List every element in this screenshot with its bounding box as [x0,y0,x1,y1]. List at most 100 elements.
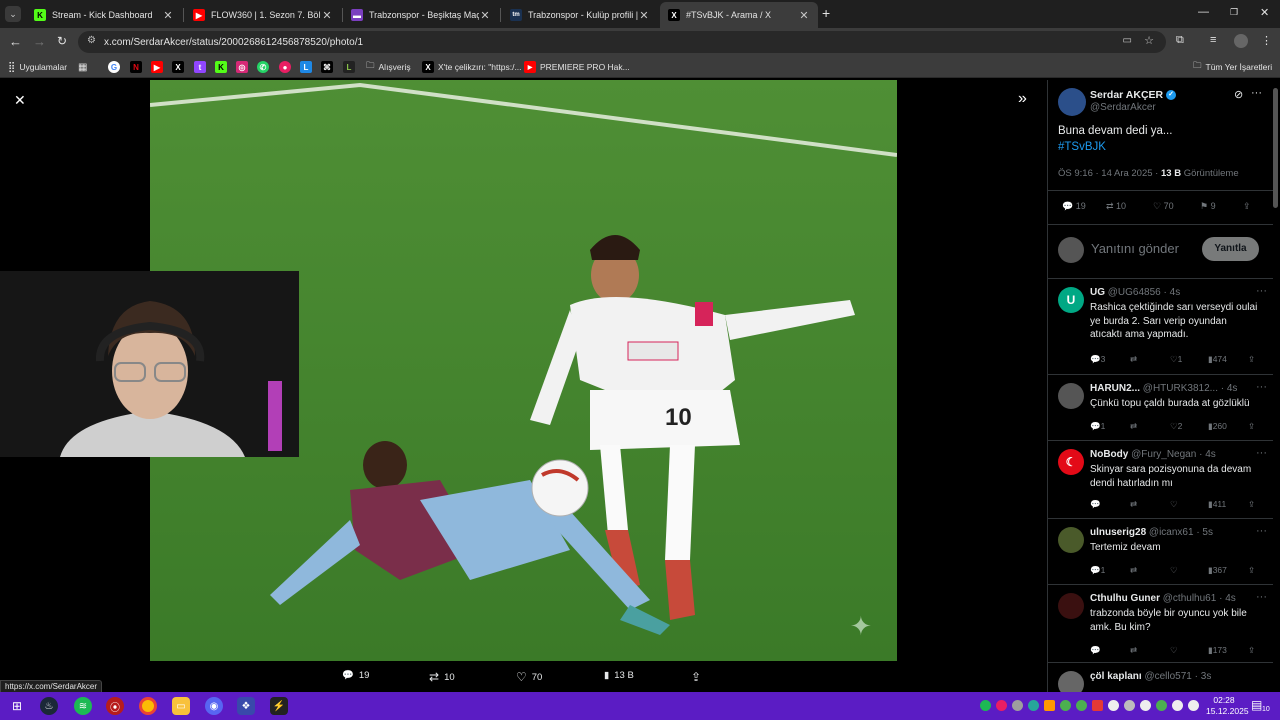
tray-icon[interactable] [980,700,991,711]
reply-button[interactable]: 💬 19 [342,670,369,681]
reply-icon[interactable]: 💬 [1090,499,1101,510]
tray-icon[interactable] [1124,700,1135,711]
tab-x-search[interactable]: X #TSvBJK - Arama / X ✕ [660,2,818,28]
all-bookmarks[interactable]: 🗀 Tüm Yer İşaretleri [1193,60,1272,74]
repost-icon[interactable]: ⇄ [1130,421,1137,432]
tray-icon[interactable] [996,700,1007,711]
avatar[interactable] [1058,88,1086,116]
more-options-icon[interactable]: ··· [1251,87,1262,99]
avatar[interactable] [1058,593,1084,619]
minimize-button[interactable]: — [1198,6,1209,18]
cast-icon[interactable]: ▭ [1123,35,1132,46]
share-icon[interactable]: ⇪ [1248,354,1255,365]
reply-input[interactable]: Yanıtını gönder [1091,241,1179,256]
tray-icon[interactable] [1156,700,1167,711]
heart-icon[interactable]: ♡ 2 [1170,421,1182,432]
capcut-icon[interactable]: ⌘ [321,61,333,73]
app-icon[interactable]: ● [279,61,291,73]
tray-icon[interactable] [1060,700,1071,711]
tray-icon[interactable] [1044,700,1055,711]
reload-icon[interactable]: ↻ [57,34,67,48]
tray-icon[interactable] [1012,700,1023,711]
share-icon[interactable]: ⇪ [1248,565,1255,576]
repost-icon[interactable]: ⇄ [1130,645,1137,656]
tab-search-button[interactable]: ⌄ [5,6,21,22]
share-icon[interactable]: ⇪ [1243,201,1251,212]
share-button[interactable]: ⇪ [691,670,701,684]
more-options-icon[interactable]: ··· [1256,447,1267,459]
close-window-button[interactable]: ✕ [1260,6,1269,19]
repost-icon[interactable]: ⇄ [1130,354,1137,365]
premiere-bookmark[interactable]: ▶ PREMIERE PRO Hak... [524,60,630,74]
whatsapp-icon[interactable]: ✆ [257,61,269,73]
avatar[interactable] [1058,527,1084,553]
views-icon[interactable]: ▮ 411 [1208,499,1226,510]
close-icon[interactable]: ✕ [638,9,650,22]
clock[interactable]: 02:28 15.12.2025 [1206,695,1249,717]
reply-icon[interactable]: 💬 1 [1090,565,1105,576]
twitch-icon[interactable]: t [194,61,206,73]
heart-icon[interactable]: ♡ [1170,499,1178,510]
avatar[interactable] [1058,671,1084,692]
like-stat[interactable]: ♡ 70 [1153,201,1174,212]
close-icon[interactable]: ✕ [321,9,333,22]
grok-icon[interactable]: ⊘ [1234,88,1243,101]
grid-icon[interactable]: ▦ [78,60,87,74]
menu-icon[interactable]: ⋮ [1261,34,1272,47]
repost-icon[interactable]: ⇄ [1130,565,1137,576]
apps-bookmark[interactable]: ⣿ Uygulamalar [8,60,67,74]
repost-button[interactable]: ⇄ 10 [429,670,455,684]
chrome-icon[interactable] [139,697,157,715]
reply-item[interactable]: HARUN2... @HTURK3812... · 4s ··· Çünkü t… [1048,375,1273,441]
tray-icon[interactable] [1076,700,1087,711]
more-options-icon[interactable]: ··· [1256,591,1267,603]
back-icon[interactable]: ← [9,34,22,49]
views-icon[interactable]: ▮ 474 [1208,354,1227,365]
reading-list-icon[interactable]: ≡ [1210,34,1216,46]
avatar[interactable]: U [1058,287,1084,313]
tray-icon[interactable] [1108,700,1119,711]
hashtag-link[interactable]: #TSvBJK [1058,141,1106,153]
close-icon[interactable]: ✕ [14,92,26,109]
more-options-icon[interactable]: ··· [1256,285,1267,297]
x-icon[interactable]: X [172,61,184,73]
volume-icon[interactable] [1188,700,1199,711]
google-icon[interactable]: G [108,61,120,73]
author-name[interactable]: Serdar AKÇER ✓ [1090,89,1177,101]
extensions-icon[interactable]: ⧉ [1176,34,1184,47]
views-button[interactable]: ▮ 13 B [604,670,634,681]
app-icon[interactable]: ⚡ [270,697,288,715]
site-info-icon[interactable]: ⚙ [87,35,96,46]
x-link-bookmark[interactable]: X X'te çelikzırı: "https:/... [422,60,522,74]
close-icon[interactable]: ✕ [162,9,174,22]
share-icon[interactable]: ⇪ [1248,499,1255,510]
link-icon[interactable]: L [300,61,312,73]
bookmark-star-icon[interactable]: ☆ [1144,34,1154,47]
spotify-icon[interactable]: ≋ [74,697,92,715]
tray-icon[interactable] [1028,700,1039,711]
views-icon[interactable]: ▮ 173 [1208,645,1227,656]
bookmark-stat[interactable]: ⚑ 9 [1200,201,1216,212]
more-options-icon[interactable]: ··· [1256,525,1267,537]
tab-flow360[interactable]: ▶ FLOW360 | 1. Sezon 7. Bölüm | ✕ [185,2,341,28]
close-icon[interactable]: ✕ [798,9,810,22]
views-icon[interactable]: ▮ 367 [1208,565,1227,576]
reply-item[interactable]: Cthulhu Guner @cthulhu61 · 4s ··· trabzo… [1048,585,1273,663]
notification-icon[interactable]: ▤ [1251,698,1262,712]
share-icon[interactable]: ⇪ [1248,645,1255,656]
file-explorer-icon[interactable]: ▭ [172,697,190,715]
repost-stat[interactable]: ⇄ 10 [1106,201,1126,212]
repost-icon[interactable]: ⇄ [1130,499,1137,510]
kick-icon[interactable]: K [215,61,227,73]
heart-icon[interactable]: ♡ [1170,565,1178,576]
share-icon[interactable]: ⇪ [1248,421,1255,432]
reply-item[interactable]: ☾ NoBody @Fury_Negan · 4s ··· Skinyar sa… [1048,441,1273,519]
tab-kick-dashboard[interactable]: K Stream - Kick Dashboard ✕ [26,2,182,28]
discord-icon[interactable]: ◉ [205,697,223,715]
heart-icon[interactable]: ♡ [1170,645,1178,656]
avatar[interactable]: ☾ [1058,449,1084,475]
app-icon[interactable]: ⦿ [106,697,124,715]
windows-start-icon[interactable]: ⊞ [8,697,26,715]
forward-icon[interactable]: → [33,34,46,49]
instagram-icon[interactable]: ◎ [236,61,248,73]
